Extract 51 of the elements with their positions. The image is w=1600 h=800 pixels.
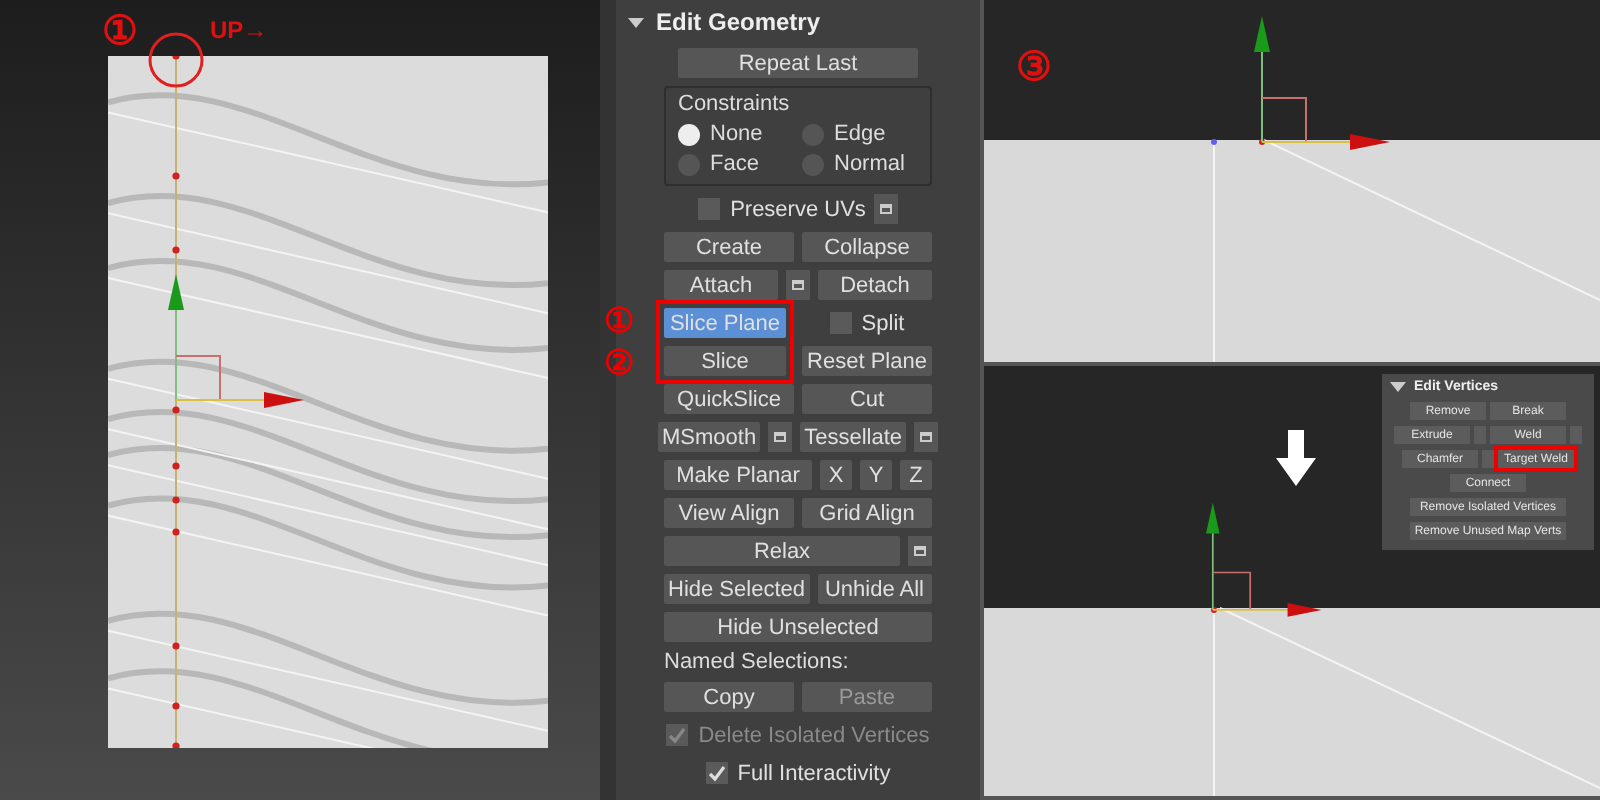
direction-hint: UP→ <box>210 16 268 44</box>
tool-button[interactable]: QuickSlice <box>664 384 794 414</box>
tool-button[interactable]: Grid Align <box>802 498 932 528</box>
settings-button[interactable] <box>914 422 938 452</box>
tool-button[interactable]: Attach <box>664 270 778 300</box>
step-marker: ③ <box>1016 48 1052 88</box>
settings-button[interactable] <box>786 270 810 300</box>
radio-button[interactable] <box>678 123 700 145</box>
settings-button[interactable] <box>768 422 793 452</box>
tool-button[interactable]: MSmooth <box>658 422 761 452</box>
group-title: Constraints <box>678 92 792 116</box>
checkbox-label: Preserve UVs <box>730 197 866 221</box>
axis-button[interactable]: X <box>820 460 852 490</box>
settings-button[interactable] <box>908 536 932 566</box>
radio-label: Face <box>710 152 759 176</box>
tool-button[interactable]: View Align <box>664 498 794 528</box>
radio-label: None <box>710 122 763 146</box>
axis-button[interactable]: Y <box>860 460 892 490</box>
tool-button[interactable]: Make Planar <box>664 460 812 490</box>
tool-button[interactable]: Copy <box>664 682 794 712</box>
collapse-icon[interactable] <box>628 17 644 27</box>
axis-button[interactable]: Z <box>900 460 932 490</box>
tool-button[interactable]: Collapse <box>802 232 932 262</box>
step-marker: ② <box>604 344 634 382</box>
tool-button[interactable]: Tessellate <box>800 422 906 452</box>
highlight-circle <box>148 32 204 88</box>
settings-button[interactable] <box>873 194 898 224</box>
tool-button[interactable]: Slice <box>664 346 786 376</box>
down-arrow-icon <box>1276 430 1316 487</box>
tool-button[interactable]: Hide Unselected <box>664 612 932 642</box>
tool-button[interactable]: Create <box>664 232 794 262</box>
checkbox[interactable] <box>705 762 728 784</box>
section-label: Named Selections: <box>664 650 849 674</box>
tool-button[interactable]: Reset Plane <box>802 346 932 376</box>
tool-button[interactable]: Detach <box>818 270 932 300</box>
checkbox-label: Split <box>861 311 905 335</box>
checkbox[interactable] <box>698 198 721 220</box>
step-marker: ① <box>102 12 138 52</box>
checkbox-label: Full Interactivity <box>737 761 891 785</box>
tool-button[interactable]: Unhide All <box>817 574 932 604</box>
checkbox[interactable] <box>829 312 852 334</box>
rollout-title: Edit Geometry <box>656 8 821 36</box>
collapse-icon[interactable] <box>1390 382 1406 393</box>
tool-button[interactable]: Relax <box>664 536 900 566</box>
checkbox-label: Delete Isolated Vertices <box>698 723 930 747</box>
radio-label: Normal <box>834 152 905 176</box>
tool-button[interactable]: Hide Selected <box>664 574 809 604</box>
step-marker: ① <box>604 302 634 340</box>
radio-label: Edge <box>834 122 886 146</box>
tool-button[interactable]: Cut <box>802 384 932 414</box>
tool-button[interactable]: Repeat Last <box>678 48 918 78</box>
